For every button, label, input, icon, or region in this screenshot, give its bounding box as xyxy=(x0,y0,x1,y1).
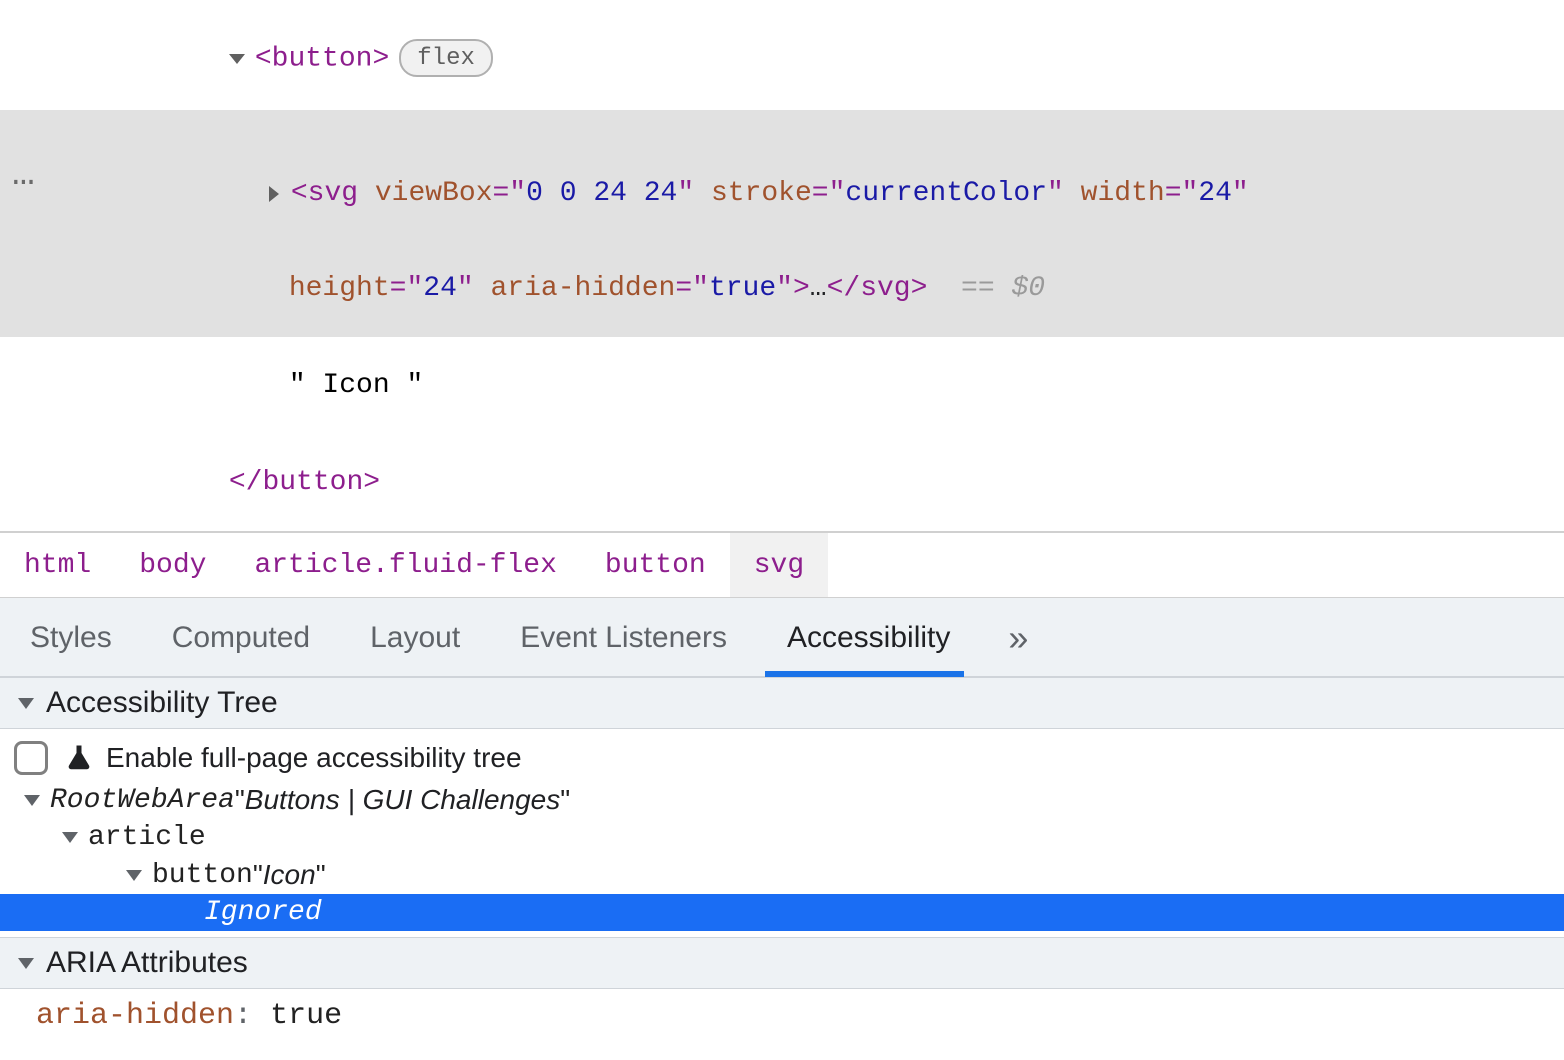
tab-styles[interactable]: Styles xyxy=(0,598,142,677)
chevron-down-icon[interactable] xyxy=(229,54,245,64)
checkbox-icon[interactable] xyxy=(14,741,48,775)
chevron-down-icon xyxy=(18,698,34,709)
a11y-node-button[interactable]: button "Icon" xyxy=(14,856,1550,894)
more-actions-icon[interactable]: … xyxy=(4,171,45,179)
enable-full-page-label: Enable full-page accessibility tree xyxy=(106,742,522,774)
aria-attr-value: true xyxy=(270,999,342,1033)
dom-node-svg-selected[interactable]: … <svg viewBox="0 0 24 24" stroke="curre… xyxy=(0,110,1564,240)
accessibility-tree-body: Enable full-page accessibility tree Root… xyxy=(0,729,1564,937)
a11y-node-article[interactable]: article xyxy=(14,819,1550,856)
aria-attr-key: aria-hidden xyxy=(36,999,234,1033)
breadcrumb-article[interactable]: article.fluid-flex xyxy=(230,533,580,597)
breadcrumb-button[interactable]: button xyxy=(581,533,730,597)
chevron-down-icon xyxy=(126,870,142,881)
devtools-elements-accessibility-panel: <button>flex … <svg viewBox="0 0 24 24" … xyxy=(0,0,1564,1053)
dom-node-button-close[interactable]: </button> xyxy=(0,434,1564,531)
breadcrumb-body[interactable]: body xyxy=(115,533,230,597)
tab-computed[interactable]: Computed xyxy=(142,598,340,677)
tab-layout[interactable]: Layout xyxy=(340,598,490,677)
aria-attributes-body: aria-hidden: true xyxy=(0,989,1564,1053)
accessibility-tree: RootWebArea "Buttons | GUI Challenges" a… xyxy=(14,779,1550,931)
dollar-zero-selected-indicator: == $0 xyxy=(961,273,1045,304)
enable-full-page-a11y-tree-row[interactable]: Enable full-page accessibility tree xyxy=(14,737,1550,779)
dom-text-node-icon[interactable]: " Icon " xyxy=(0,337,1564,434)
dom-tag-name: button xyxy=(272,44,373,75)
section-header-aria-attributes[interactable]: ARIA Attributes xyxy=(0,937,1564,989)
a11y-node-ignored-selected[interactable]: Ignored xyxy=(0,894,1564,931)
chevron-down-icon xyxy=(18,958,34,969)
dom-node-button-open[interactable]: <button>flex xyxy=(0,6,1564,110)
dom-svg-tag: svg xyxy=(308,178,358,209)
section-header-accessibility-tree[interactable]: Accessibility Tree xyxy=(0,678,1564,729)
flask-icon xyxy=(64,741,94,775)
tab-accessibility[interactable]: Accessibility xyxy=(757,598,980,677)
dom-ellipsis: … xyxy=(810,273,827,304)
tab-event-listeners[interactable]: Event Listeners xyxy=(490,598,757,677)
sidebar-tabs: Styles Computed Layout Event Listeners A… xyxy=(0,598,1564,678)
chevron-down-icon xyxy=(62,832,78,843)
section-title: Accessibility Tree xyxy=(46,686,278,720)
breadcrumb-html[interactable]: html xyxy=(0,533,115,597)
chevron-right-icon[interactable] xyxy=(269,186,279,202)
flex-badge[interactable]: flex xyxy=(399,39,493,77)
section-title: ARIA Attributes xyxy=(46,946,248,980)
tabs-overflow-icon[interactable]: » xyxy=(980,598,1056,677)
dom-tree: <button>flex … <svg viewBox="0 0 24 24" … xyxy=(0,0,1564,532)
breadcrumb-svg[interactable]: svg xyxy=(730,533,828,597)
breadcrumb: html body article.fluid-flex button svg xyxy=(0,532,1564,598)
a11y-node-root[interactable]: RootWebArea "Buttons | GUI Challenges" xyxy=(14,781,1550,819)
dom-node-svg-line2[interactable]: height="24" aria-hidden="true">…</svg> =… xyxy=(0,240,1564,337)
chevron-down-icon xyxy=(24,795,40,806)
